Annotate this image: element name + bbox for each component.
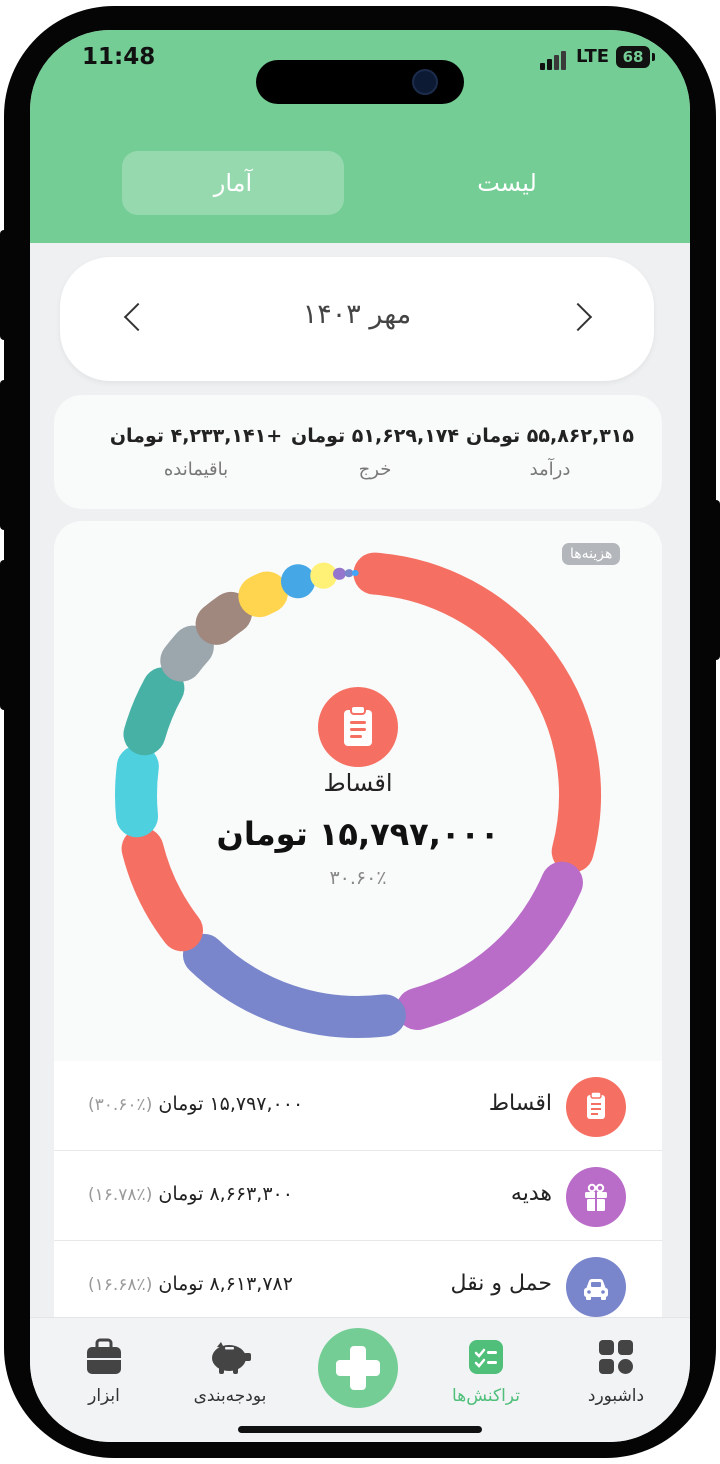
income-label: درآمد [529, 459, 571, 480]
clipboard-icon [566, 1077, 626, 1137]
donut-segment-5[interactable] [123, 667, 185, 756]
plus-icon [336, 1346, 380, 1390]
add-transaction-button[interactable] [318, 1328, 398, 1408]
checklist-icon [469, 1340, 503, 1374]
donut-segment-6[interactable] [160, 625, 214, 682]
volume-down-button [0, 380, 8, 530]
piggy-bank-icon [212, 1342, 251, 1374]
month-selector: مهر ۱۴۰۳ [60, 257, 654, 381]
balance-summary: +۴,۲۳۳,۱۴۱ تومان باقیمانده [106, 425, 286, 480]
expense-label: خرج [358, 459, 392, 480]
donut-segment-1[interactable] [396, 861, 583, 1030]
home-indicator [238, 1426, 482, 1433]
category-amount: (۱۶.۷۸٪) ۸,۶۶۳,۳۰۰ تومان [88, 1183, 293, 1205]
tab-list[interactable]: لیست [396, 151, 618, 215]
battery-tip [652, 53, 655, 61]
expense-summary: ۵۱,۶۲۹,۱۷۴ تومان خرج [290, 425, 460, 480]
expense-chart-card: هزینه‌ها اقساط ۱۵,۷۹۷,۰۰۰ تومان ۳۰.۶۰٪ [54, 521, 662, 1061]
category-name: حمل و نقل [450, 1271, 552, 1296]
category-percent: (۱۶.۶۸٪) [88, 1275, 153, 1295]
app-screen: 11:48 LTE 68 آمار لیست مهر ۱۴۰۳ ۵۵,۸۶۲,۳… [30, 30, 690, 1442]
selected-category-percent: ۳۰.۶۰٪ [329, 867, 387, 889]
nav-label: بودجه‌بندی [193, 1386, 267, 1406]
category-value: ۱۵,۷۹۷,۰۰۰ تومان [158, 1093, 304, 1115]
nav-label: تراکنش‌ها [452, 1386, 520, 1406]
nav-label: ابزار [88, 1386, 120, 1406]
dynamic-island [256, 60, 464, 104]
battery-icon: 68 [616, 46, 650, 68]
toolbox-icon [87, 1338, 121, 1374]
balance-amount: +۴,۲۳۳,۱۴۱ تومان [109, 425, 283, 447]
list-item[interactable]: اقساط (۳۰.۶۰٪) ۱۵,۷۹۷,۰۰۰ تومان [54, 1061, 662, 1151]
bottom-nav: داشبورد تراکنش‌ها [30, 1317, 690, 1442]
donut-segment-7[interactable] [195, 591, 253, 645]
category-list: اقساط (۳۰.۶۰٪) ۱۵,۷۹۷,۰۰۰ تومان هدیه (۱۶… [54, 1061, 662, 1331]
category-percent: (۳۰.۶۰٪) [88, 1095, 153, 1115]
income-summary: ۵۵,۸۶۲,۳۱۵ تومان درآمد [462, 425, 638, 480]
category-name: اقساط [488, 1091, 552, 1116]
nav-transactions[interactable]: تراکنش‌ها [436, 1338, 536, 1406]
nav-dashboard[interactable]: داشبورد [566, 1338, 666, 1406]
camera-icon [412, 69, 438, 95]
header: 11:48 LTE 68 آمار لیست [30, 30, 690, 243]
nav-tools[interactable]: ابزار [54, 1338, 154, 1406]
nav-budgeting[interactable]: بودجه‌بندی [180, 1338, 280, 1406]
summary-card: ۵۵,۸۶۲,۳۱۵ تومان درآمد ۵۱,۶۲۹,۱۷۴ تومان … [54, 395, 662, 509]
category-amount: (۳۰.۶۰٪) ۱۵,۷۹۷,۰۰۰ تومان [88, 1093, 303, 1115]
volume-up-button [0, 230, 8, 340]
car-icon [566, 1257, 626, 1317]
grid-icon [599, 1340, 633, 1374]
donut-segment-0[interactable] [353, 552, 601, 873]
action-button [0, 560, 8, 710]
tab-stats[interactable]: آمار [122, 151, 344, 215]
category-percent: (۱۶.۷۸٪) [88, 1185, 153, 1205]
category-value: ۸,۶۱۳,۷۸۲ تومان [158, 1273, 293, 1295]
clipboard-icon [318, 687, 398, 767]
gift-icon [566, 1167, 626, 1227]
balance-label: باقیمانده [163, 459, 229, 480]
expense-amount: ۵۱,۶۲۹,۱۷۴ تومان [291, 425, 459, 447]
donut-segment-8[interactable] [238, 571, 289, 618]
selected-category-name: اقساط [323, 769, 393, 797]
selected-category-amount: ۱۵,۷۹۷,۰۰۰ تومان [216, 815, 500, 853]
status-time: 11:48 [82, 44, 156, 70]
list-item[interactable]: هدیه (۱۶.۷۸٪) ۸,۶۶۳,۳۰۰ تومان [54, 1151, 662, 1241]
power-button [712, 500, 720, 660]
donut-segment-3[interactable] [121, 827, 203, 952]
category-name: هدیه [510, 1181, 552, 1206]
income-amount: ۵۵,۸۶۲,۳۱۵ تومان [466, 425, 634, 447]
donut-segment-2[interactable] [182, 933, 406, 1038]
network-type: LTE [576, 46, 610, 67]
category-amount: (۱۶.۶۸٪) ۸,۶۱۳,۷۸۲ تومان [88, 1273, 293, 1295]
nav-label: داشبورد [587, 1386, 645, 1406]
signal-icon [540, 48, 572, 70]
category-value: ۸,۶۶۳,۳۰۰ تومان [158, 1183, 293, 1205]
